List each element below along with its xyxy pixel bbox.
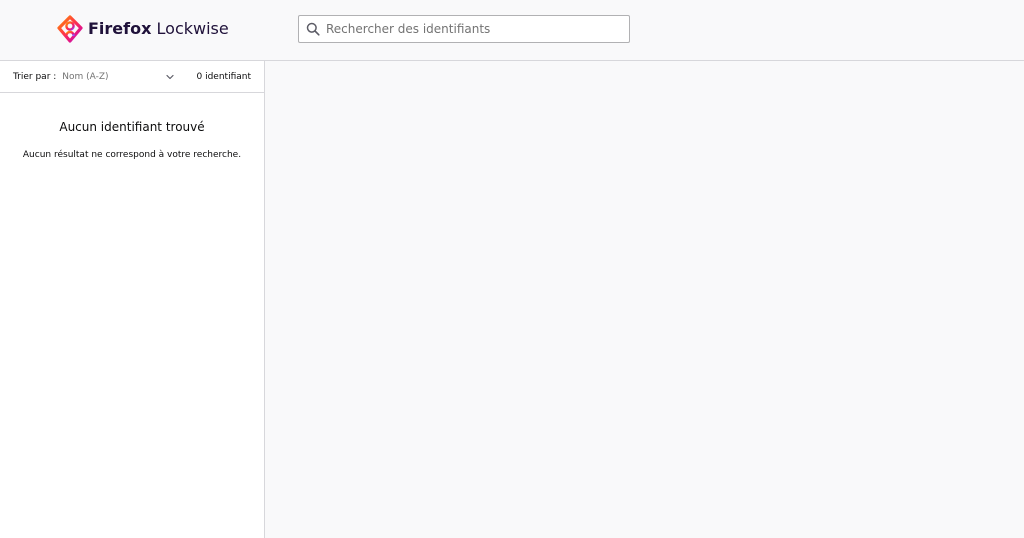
empty-text: Aucun résultat ne correspond à votre rec… [22,150,242,160]
search-input[interactable] [326,17,626,41]
brand-name: Firefox Lockwise [88,15,229,43]
sort-value: Nom (A-Z) [62,71,109,82]
lockwise-logo-icon [57,15,83,43]
brand-name-strong: Firefox [88,19,152,38]
chevron-down-icon [166,74,174,79]
header: Firefox Lockwise [0,0,1024,61]
search-box[interactable] [298,15,630,43]
sort-select[interactable]: Nom (A-Z) [62,67,176,87]
sort-bar: Trier par : Nom (A-Z) 0 identifiant [0,61,264,93]
sort-label: Trier par : [13,71,57,82]
empty-state: Aucun identifiant trouvé Aucun résultat … [0,93,264,161]
empty-title: Aucun identifiant trouvé [59,120,205,134]
sidebar: Trier par : Nom (A-Z) 0 identifiant Aucu… [0,61,265,538]
lockwise-app: Firefox Lockwise Trier par : Nom (A-Z) 0… [0,0,1024,538]
main-panel [265,61,1024,538]
login-count: 0 identifiant [196,72,252,82]
search-icon [306,22,320,36]
brand-name-light: Lockwise [156,19,229,38]
brand[interactable]: Firefox Lockwise [57,15,229,43]
